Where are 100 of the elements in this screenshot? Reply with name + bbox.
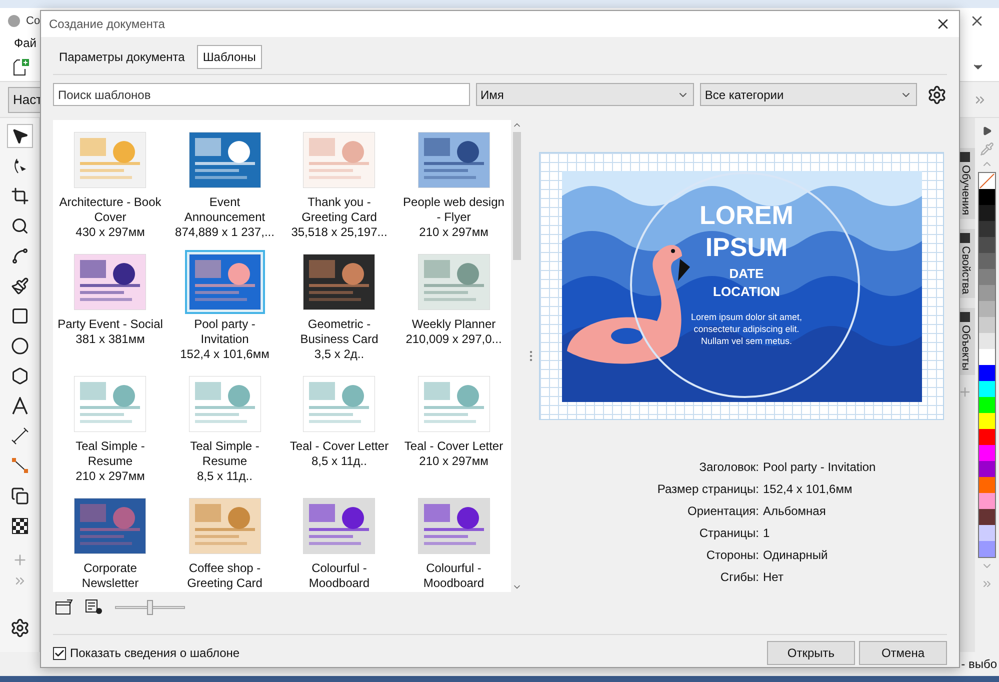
checkmark-icon bbox=[54, 648, 65, 658]
play-icon[interactable] bbox=[982, 126, 992, 136]
template-item[interactable]: Colourful - Moodboard bbox=[396, 494, 511, 591]
template-item[interactable]: Pool party - Invitation 152,4 x 101,6мм bbox=[168, 250, 282, 362]
template-size: 8,5 x 11д.. bbox=[197, 469, 252, 484]
template-size: 8,5 x 11д.. bbox=[312, 454, 367, 469]
template-item[interactable]: Architecture - Book Cover 430 x 297мм bbox=[53, 128, 168, 240]
template-size: 152,4 x 101,6мм bbox=[180, 347, 270, 362]
template-size: 430 x 297мм bbox=[76, 225, 145, 240]
template-item[interactable]: Coffee shop - Greeting Card bbox=[168, 494, 282, 591]
color-swatch[interactable] bbox=[979, 205, 995, 221]
template-title: Coffee shop - Greeting Card bbox=[186, 561, 264, 591]
card-subheading: LOCATION bbox=[713, 282, 780, 300]
docker-tab-label: Обучения bbox=[958, 165, 972, 216]
connector-icon bbox=[10, 457, 28, 475]
color-swatch[interactable] bbox=[979, 461, 995, 477]
tool-button[interactable] bbox=[6, 124, 32, 148]
search-field[interactable]: Поиск шаблонов bbox=[53, 83, 470, 106]
color-swatch[interactable] bbox=[979, 445, 995, 461]
dialog-button[interactable]: Отмена bbox=[859, 641, 947, 665]
template-title: Teal - Cover Letter bbox=[403, 439, 504, 454]
template-size: 210,009 x 297,0... bbox=[406, 332, 502, 347]
category-dropdown[interactable]: Все категории bbox=[700, 83, 918, 106]
template-item[interactable]: Teal - Cover Letter 8,5 x 11д.. bbox=[282, 372, 396, 484]
add-icon[interactable] bbox=[12, 552, 28, 568]
status-text: - выбо bbox=[961, 656, 997, 673]
more-icon[interactable] bbox=[981, 578, 993, 590]
color-swatch[interactable] bbox=[979, 493, 995, 509]
color-swatch[interactable] bbox=[979, 541, 995, 557]
color-swatch[interactable] bbox=[979, 333, 995, 349]
template-title: Event Announcement bbox=[183, 195, 266, 225]
template-item[interactable]: Weekly Planner 210,009 x 297,0... bbox=[396, 250, 511, 362]
drop-shadow-icon bbox=[10, 487, 28, 505]
docker-icon bbox=[960, 312, 970, 322]
template-title: People web design - Flyer bbox=[402, 195, 506, 225]
template-item[interactable]: Teal - Cover Letter 210 x 297мм bbox=[396, 372, 511, 484]
color-swatch[interactable] bbox=[979, 509, 995, 525]
color-swatch[interactable] bbox=[979, 221, 995, 237]
docker-tab-label: Объекты bbox=[958, 325, 972, 371]
template-item[interactable]: Party Event - Social 381 x 381мм bbox=[53, 250, 168, 362]
card-body-text: Lorem ipsum dolor sit amet, consectetur adipiscing elit. Nullam vel sem metus. bbox=[690, 310, 804, 346]
checkerboard-icon bbox=[12, 518, 28, 534]
dialog-button[interactable]: Открыть bbox=[767, 641, 855, 665]
color-swatch[interactable] bbox=[979, 269, 995, 285]
tab[interactable]: Параметры документа bbox=[53, 45, 191, 69]
color-swatch[interactable] bbox=[979, 253, 995, 269]
template-item[interactable]: Teal Simple - Resume 210 x 297мм bbox=[53, 372, 168, 484]
color-swatch[interactable] bbox=[979, 365, 995, 381]
detail-value: Нет bbox=[763, 569, 784, 586]
template-item[interactable]: People web design - Flyer 210 x 297мм bbox=[396, 128, 511, 240]
color-swatch[interactable] bbox=[979, 349, 995, 365]
scrollbar-thumb[interactable] bbox=[513, 132, 521, 260]
template-size: 381 x 381мм bbox=[76, 332, 145, 347]
template-item[interactable]: Event Announcement 874,889 x 1 237,... bbox=[168, 128, 282, 240]
template-title: Weekly Planner bbox=[410, 317, 497, 332]
template-item[interactable]: Colourful - Moodboard bbox=[282, 494, 396, 591]
sort-dropdown[interactable]: Имя bbox=[476, 83, 694, 106]
color-swatch[interactable] bbox=[979, 189, 995, 205]
tab[interactable]: Шаблоны bbox=[196, 45, 262, 69]
detail-label: Ориентация: bbox=[686, 503, 759, 520]
template-size: 210 x 297мм bbox=[419, 225, 488, 240]
template-item[interactable]: Geometric - Business Card 3,5 x 2д.. bbox=[282, 250, 396, 362]
document-settings-icon[interactable] bbox=[85, 599, 103, 615]
no-color-swatch[interactable] bbox=[979, 173, 995, 189]
rectangle-icon bbox=[10, 307, 28, 325]
slider-thumb[interactable] bbox=[147, 600, 153, 614]
color-swatch[interactable] bbox=[979, 301, 995, 317]
template-size: 210 x 297мм bbox=[419, 454, 488, 469]
detail-value: Альбомная bbox=[763, 503, 827, 520]
color-swatch[interactable] bbox=[979, 317, 995, 333]
template-title: Corporate Newsletter bbox=[80, 561, 140, 591]
settings-icon[interactable] bbox=[927, 84, 947, 104]
template-item[interactable]: Corporate Newsletter bbox=[53, 494, 168, 591]
template-item[interactable]: Teal Simple - Resume 8,5 x 11д.. bbox=[168, 372, 282, 484]
template-item[interactable]: Thank you - Greeting Card 35,518 x 25,197... bbox=[282, 128, 396, 240]
size-slider[interactable] bbox=[115, 600, 185, 614]
color-swatch[interactable] bbox=[979, 413, 995, 429]
template-title: Teal Simple - Resume bbox=[74, 439, 146, 469]
template-title: Thank you - Greeting Card bbox=[300, 195, 378, 225]
detail-label: Размер страницы: bbox=[656, 481, 759, 498]
color-swatch[interactable] bbox=[979, 397, 995, 413]
template-title: Colourful - Moodboard bbox=[422, 561, 486, 591]
new-document-icon[interactable] bbox=[12, 58, 30, 76]
color-swatch[interactable] bbox=[979, 477, 995, 493]
color-swatch[interactable] bbox=[979, 525, 995, 541]
settings-icon[interactable] bbox=[10, 618, 30, 638]
color-swatch[interactable] bbox=[979, 237, 995, 253]
menu-item[interactable]: Фай bbox=[14, 34, 36, 52]
color-swatch[interactable] bbox=[979, 285, 995, 301]
template-size: 3,5 x 2д.. bbox=[314, 347, 364, 362]
template-title: Colourful - Moodboard bbox=[308, 561, 371, 591]
eyedropper-icon[interactable] bbox=[980, 142, 994, 156]
detail-value: 1 bbox=[763, 525, 771, 542]
folder-icon[interactable] bbox=[55, 599, 73, 615]
app-title: Co bbox=[26, 14, 40, 29]
docker-icon bbox=[960, 152, 970, 162]
color-swatch[interactable] bbox=[979, 429, 995, 445]
show-info-checkbox[interactable]: Показать сведения о шаблоне bbox=[53, 644, 240, 662]
zoom-icon bbox=[10, 217, 28, 235]
color-swatch[interactable] bbox=[979, 381, 995, 397]
